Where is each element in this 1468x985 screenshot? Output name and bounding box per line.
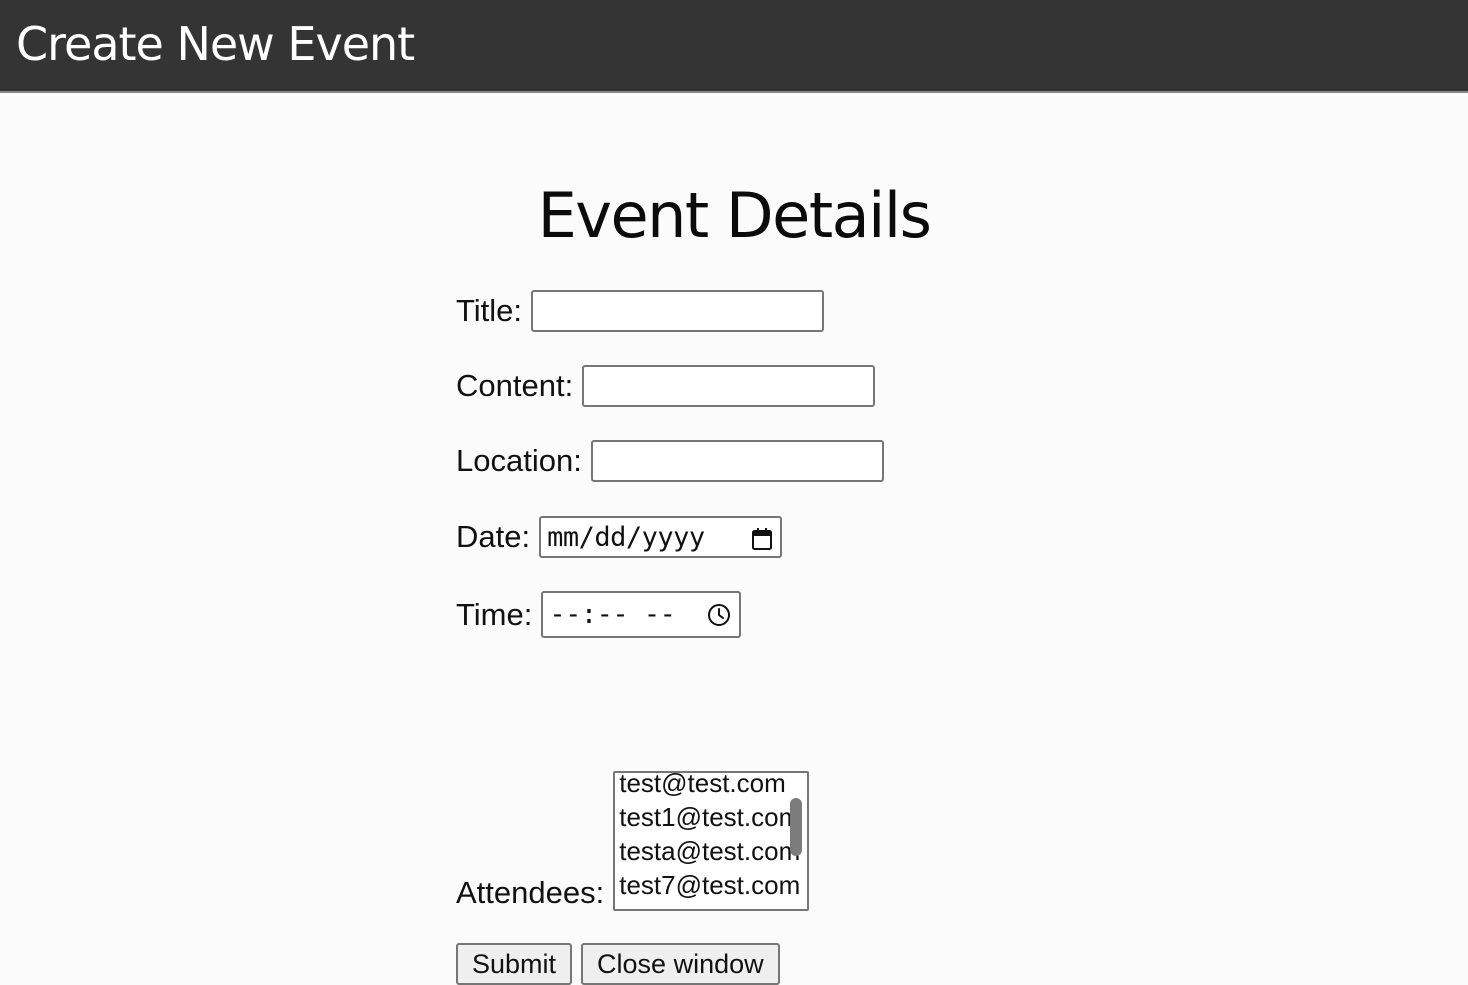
content-input[interactable] <box>582 365 876 407</box>
main-content: Event Details Title: Content: Location: … <box>0 95 1468 985</box>
attendees-options: test@test.com test1@test.com testa@test.… <box>619 773 807 909</box>
time-label: Time: <box>456 596 533 632</box>
location-input[interactable] <box>590 440 884 482</box>
time-placeholder: --:-- -- <box>549 599 676 630</box>
calendar-icon[interactable] <box>752 526 773 550</box>
listbox-scrollbar[interactable] <box>790 798 803 856</box>
date-input[interactable]: mm/dd/yyyy <box>539 516 783 558</box>
attendee-option[interactable]: test7@test.com <box>619 868 807 902</box>
time-input[interactable]: --:-- -- <box>541 591 742 638</box>
clock-icon[interactable] <box>707 603 731 627</box>
title-row: Title: <box>456 290 825 332</box>
date-row: Date: mm/dd/yyyy <box>456 516 783 558</box>
app-header: Create New Event <box>0 0 1468 93</box>
content-row: Content: <box>456 365 876 407</box>
time-row: Time: --:-- -- <box>456 591 742 638</box>
title-input[interactable] <box>531 290 825 332</box>
location-row: Location: <box>456 440 884 482</box>
attendees-listbox[interactable]: test@test.com test1@test.com testa@test.… <box>613 771 810 911</box>
attendee-option[interactable]: test@test.com <box>619 773 807 800</box>
attendees-row: Attendees: test@test.com test1@test.com … <box>456 771 810 911</box>
form-heading: Event Details <box>537 179 932 252</box>
attendee-option[interactable]: abcd <box>619 902 807 909</box>
attendee-option[interactable]: testa@test.com <box>619 834 807 868</box>
title-label: Title: <box>456 293 523 328</box>
content-label: Content: <box>456 368 574 403</box>
location-label: Location: <box>456 443 582 478</box>
date-label: Date: <box>456 519 531 554</box>
form-buttons: Submit Close window <box>456 943 789 985</box>
date-placeholder: mm/dd/yyyy <box>547 521 705 553</box>
attendee-option[interactable]: test1@test.com <box>619 800 807 834</box>
submit-button[interactable]: Submit <box>456 943 573 985</box>
app-title: Create New Event <box>16 17 415 71</box>
attendees-label: Attendees: <box>456 875 605 910</box>
close-window-button[interactable]: Close window <box>581 943 780 985</box>
